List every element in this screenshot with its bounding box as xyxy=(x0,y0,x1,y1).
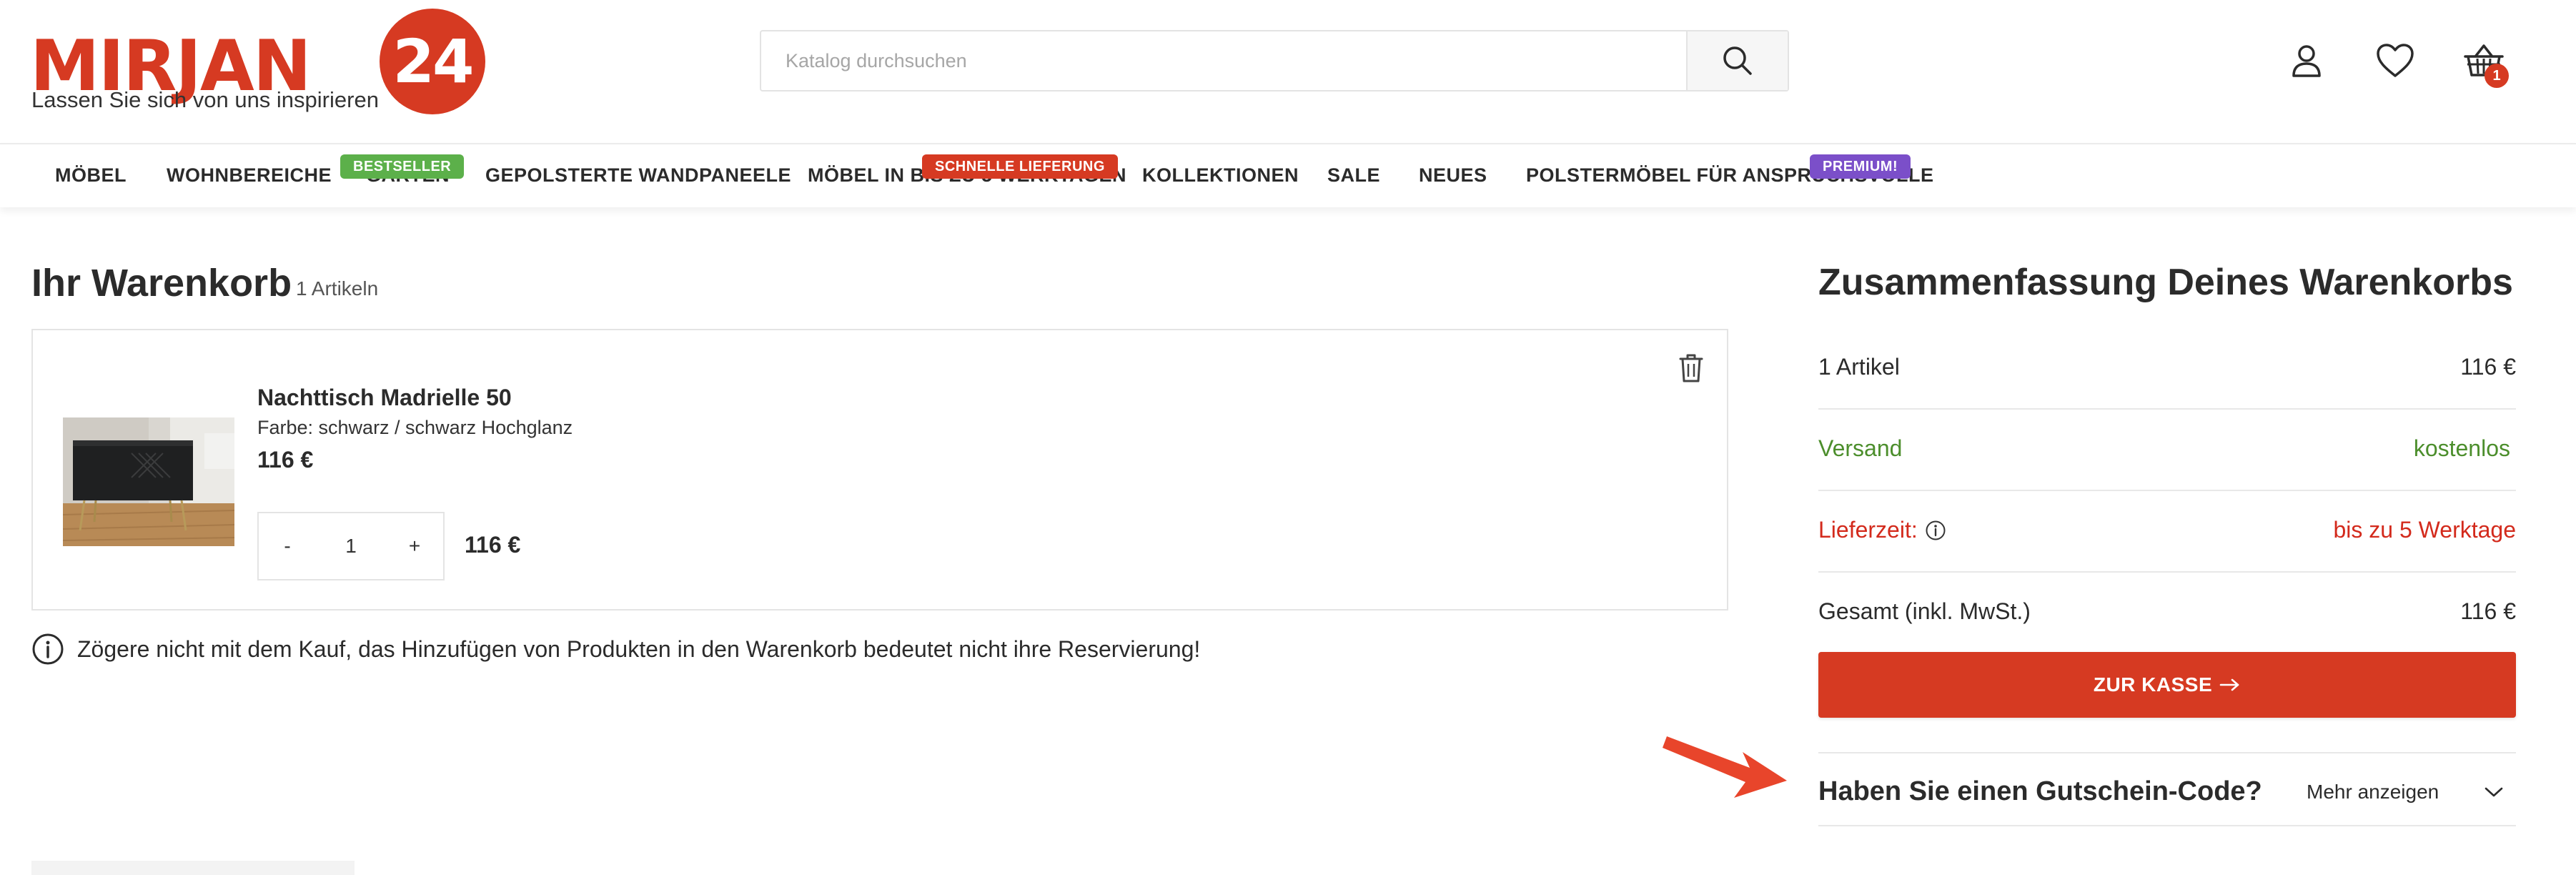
nav-item-moebel-5-werktage[interactable]: SCHNELLE LIEFERUNG MÖBEL IN BIS ZU 5 WER… xyxy=(808,154,1126,187)
nav-item-garten[interactable]: BESTSELLER GARTEN xyxy=(340,154,465,187)
summary-items-value: 116 € xyxy=(2460,354,2516,380)
notice-text: Zögere nicht mit dem Kauf, das Hinzufüge… xyxy=(77,636,1201,662)
summary-shipping-label: Versand xyxy=(1818,435,1903,461)
quantity-decrease-button[interactable]: - xyxy=(259,513,316,579)
product-image[interactable] xyxy=(63,417,234,546)
coupon-more-link[interactable]: Mehr anzeigen xyxy=(2307,781,2439,804)
reservation-notice: Zögere nicht mit dem Kauf, das Hinzufüge… xyxy=(31,632,1200,666)
heart-icon xyxy=(2377,44,2414,77)
quantity-increase-button[interactable]: + xyxy=(386,513,443,579)
info-icon[interactable] xyxy=(1925,520,1946,541)
logo-tagline: Lassen Sie sich von uns inspirieren xyxy=(31,87,379,112)
summary-shipping-row: Versand kostenlos xyxy=(1818,410,2516,491)
product-name[interactable]: Nachttisch Madrielle 50 xyxy=(257,385,512,411)
summary-title: Zusammenfassung Deines Warenkorbs xyxy=(1818,262,2513,303)
nav-item-sale[interactable]: SALE xyxy=(1327,164,1380,187)
summary-total-label: Gesamt (inkl. MwSt.) xyxy=(1818,598,2031,624)
logo-number: 24 xyxy=(392,26,475,97)
checkout-label: ZUR KASSE xyxy=(2093,673,2213,696)
nav-item-wohnbereiche[interactable]: WOHNBEREICHE xyxy=(167,164,332,187)
search-icon xyxy=(1723,46,1752,75)
badge-bestseller: BESTSELLER xyxy=(340,154,465,179)
main-navigation: MÖBEL WOHNBEREICHE BESTSELLER GARTEN GEP… xyxy=(0,143,2576,207)
cart-title: Ihr Warenkorb xyxy=(31,262,292,305)
summary-shipping-value: kostenlos xyxy=(2413,435,2510,461)
checkout-button[interactable]: ZUR KASSE xyxy=(1818,652,2516,718)
product-price: 116 € xyxy=(257,447,314,473)
summary-delivery-value: bis zu 5 Werktage xyxy=(2333,517,2516,543)
footer-placeholder xyxy=(31,861,355,875)
badge-schnelle-lieferung: SCHNELLE LIEFERUNG xyxy=(922,154,1118,179)
site-logo[interactable]: MIRJAN 24 Lassen Sie sich von uns inspir… xyxy=(30,9,487,116)
quantity-stepper: - + xyxy=(257,512,445,580)
site-header: MIRJAN 24 Lassen Sie sich von uns inspir… xyxy=(0,0,2576,143)
arrow-right-icon xyxy=(2219,678,2239,691)
summary-items-label: 1 Artikel xyxy=(1818,354,1900,380)
info-icon xyxy=(32,633,64,665)
summary-delivery-row: Lieferzeit: bis zu 5 Werktage xyxy=(1818,491,2516,573)
coupon-title: Haben Sie einen Gutschein-Code? xyxy=(1818,776,2262,806)
cart-item-count: 1 Artikeln xyxy=(296,277,379,300)
nav-item-neues[interactable]: NEUES xyxy=(1419,164,1487,187)
nav-item-polstermoebel[interactable]: PREMIUM! POLSTERMÖBEL FÜR ANSPRUCHSVOLLE xyxy=(1526,154,1934,187)
summary-total-value: 116 € xyxy=(2460,598,2516,624)
nav-item-kollektionen[interactable]: KOLLEKTIONEN xyxy=(1142,164,1299,187)
cart-count-badge: 1 xyxy=(2485,64,2509,88)
search-button[interactable] xyxy=(1686,31,1788,90)
coupon-toggle[interactable]: Haben Sie einen Gutschein-Code? Mehr anz… xyxy=(1818,752,2516,826)
summary-items-row: 1 Artikel 116 € xyxy=(1818,328,2516,410)
quantity-input[interactable] xyxy=(316,528,386,565)
product-color: Farbe: schwarz / schwarz Hochglanz xyxy=(257,417,573,438)
summary-total-row: Gesamt (inkl. MwSt.) 116 € xyxy=(1818,573,2516,654)
search-input[interactable] xyxy=(761,31,1686,90)
search-bar xyxy=(760,30,1789,92)
remove-item-button[interactable] xyxy=(1677,352,1705,385)
nav-item-gepolsterte-wandpaneele[interactable]: GEPOLSTERTE WANDPANEELE xyxy=(485,164,791,187)
cart-item: Nachttisch Madrielle 50 Farbe: schwarz /… xyxy=(31,329,1728,610)
summary-delivery-label-wrap: Lieferzeit: xyxy=(1818,517,1946,543)
line-total: 116 € xyxy=(465,532,521,558)
user-icon xyxy=(2292,45,2321,77)
account-button[interactable] xyxy=(2282,36,2332,86)
badge-premium: PREMIUM! xyxy=(1810,154,1911,179)
nav-item-moebel[interactable]: MÖBEL xyxy=(55,164,127,187)
pointer-arrow-annotation xyxy=(1663,736,1787,798)
summary-delivery-label: Lieferzeit: xyxy=(1818,517,1918,543)
trash-icon xyxy=(1679,354,1703,382)
chevron-down-icon xyxy=(2485,787,2503,797)
wishlist-button[interactable] xyxy=(2370,36,2420,86)
